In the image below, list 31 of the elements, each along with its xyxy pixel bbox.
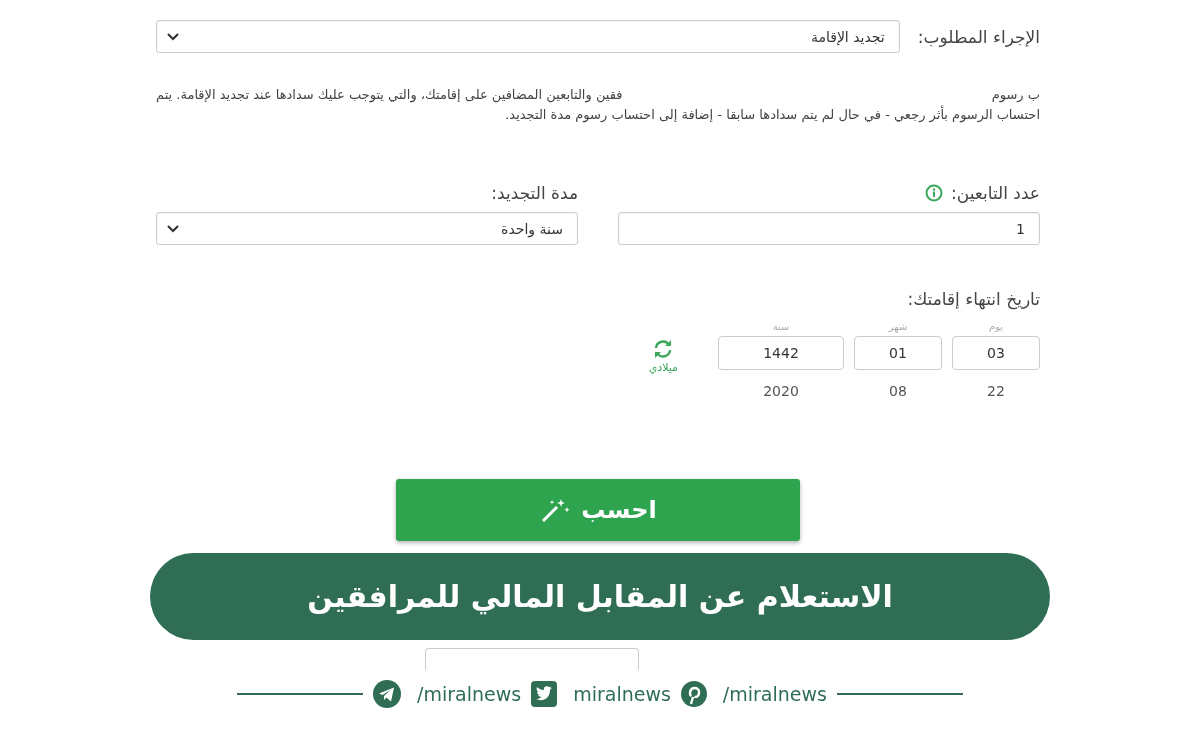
note-text: ب رسوم <box>991 86 1040 105</box>
pin-icon[interactable] <box>680 681 707 707</box>
info-icon[interactable] <box>925 184 943 202</box>
converted-date: 2020 <box>763 383 799 399</box>
note-text: احتساب الرسوم بأثر رجعي - في حال لم يتم سدادها سابقا - إضافة إلى احتساب رسوم مدة التجديد. <box>505 105 1040 125</box>
caret-icon <box>167 32 179 41</box>
dependents-input[interactable]: 1 <box>618 212 1040 245</box>
field-label: الإجراء المطلوب: <box>917 26 1040 47</box>
field-label: عدد التابعين: <box>951 183 1040 203</box>
title-banner: الاستعلام عن المقابل المالي للمرافقين <box>150 553 1050 640</box>
date-input[interactable]: 01 <box>854 336 942 370</box>
date-part-label: شهر <box>888 321 908 332</box>
social-handle[interactable]: miralnews <box>573 683 671 705</box>
field-label: مدة التجديد: <box>491 183 578 203</box>
note-text: فقين والتابعين المضافين على إقامتك، والتي يتوجب عليك سدادها عند تجديد الإقامة. يتم <box>156 86 623 105</box>
duration-select[interactable]: سنة واحدة <box>156 212 578 245</box>
date-input[interactable]: 1442 <box>718 336 844 370</box>
social-handle[interactable]: /miralnews <box>417 683 522 705</box>
converted-date: 08 <box>889 383 907 399</box>
field-label: تاريخ انتهاء إقامتك: <box>907 289 1040 309</box>
bird-icon[interactable] <box>531 681 558 707</box>
paper-plane-icon[interactable] <box>373 680 402 708</box>
social-handle[interactable]: /miralnews <box>722 683 827 705</box>
procedure-select[interactable]: تجديد الإقامة <box>156 20 900 53</box>
date-input[interactable]: 03 <box>952 336 1040 370</box>
caret-icon <box>167 224 179 233</box>
converted-date: 22 <box>987 383 1005 399</box>
date-part-label: يوم <box>988 321 1004 332</box>
magic-wand-icon <box>539 497 572 523</box>
input-field[interactable] <box>425 648 639 670</box>
date-part-label: سنة <box>772 321 790 332</box>
